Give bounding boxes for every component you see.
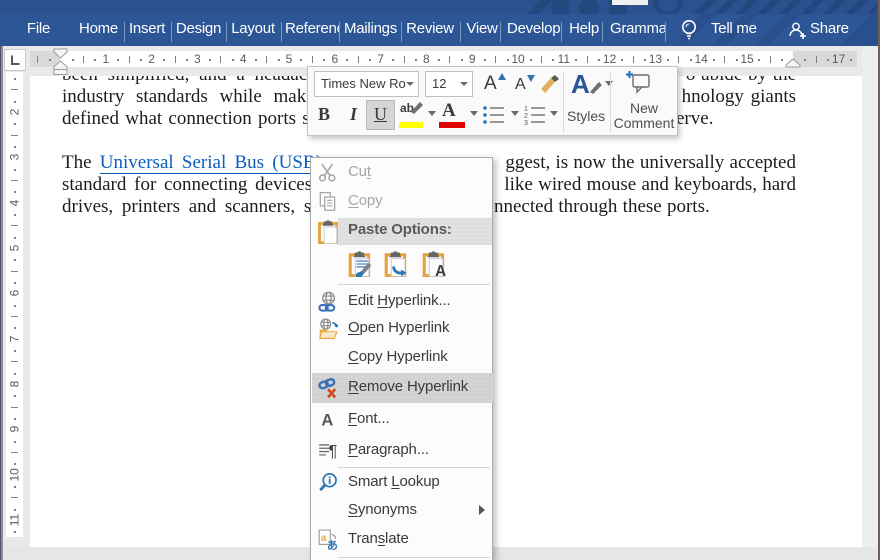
svg-text:A: A [435,263,446,277]
svg-text:3: 3 [524,120,528,125]
svg-text:2: 2 [524,113,528,120]
svg-text:1: 1 [524,106,528,113]
svg-text:あ: あ [327,538,338,550]
svg-text:A: A [321,412,333,430]
svg-text:¶: ¶ [329,443,338,461]
